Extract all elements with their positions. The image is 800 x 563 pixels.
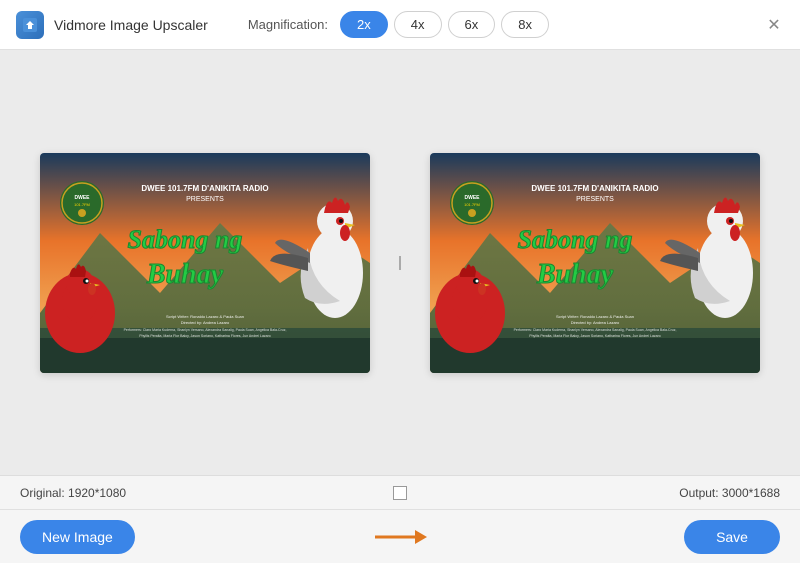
svg-text:Directed by: Andrea Lazaro: Directed by: Andrea Lazaro — [181, 320, 230, 325]
svg-text:DWEE: DWEE — [465, 195, 481, 201]
svg-text:PRESENTS: PRESENTS — [186, 196, 224, 203]
mag-btn-8x[interactable]: 8x — [501, 11, 549, 38]
svg-text:101.7FM: 101.7FM — [74, 202, 90, 207]
svg-text:Script Writer: Ronaldo Lazaro: Script Writer: Ronaldo Lazaro & Paula Su… — [166, 314, 244, 319]
magnification-buttons: 2x 4x 6x 8x — [340, 11, 549, 38]
svg-text:Performers: Claro Maria Kudern: Performers: Claro Maria Kuderna, Shanlyn… — [514, 328, 677, 332]
bottom-bar: New Image Save — [0, 509, 800, 563]
original-image-card: DWEE 101.7FM DWEE 101.7FM D'ANIKITA RADI… — [40, 153, 370, 373]
svg-text:Sabong ng: Sabong ng — [127, 225, 242, 254]
original-image-panel: DWEE 101.7FM DWEE 101.7FM D'ANIKITA RADI… — [30, 70, 380, 455]
svg-text:DWEE 101.7FM D'ANIKITA RADIO: DWEE 101.7FM D'ANIKITA RADIO — [141, 184, 268, 193]
mag-btn-2x[interactable]: 2x — [340, 11, 388, 38]
app-title: Vidmore Image Upscaler — [54, 17, 208, 33]
output-size-text: Output: 3000*1688 — [679, 486, 780, 500]
app-icon — [16, 11, 44, 39]
output-image-card: DWEE 101.7FM DWEE 101.7FM D'ANIKITA RADI… — [430, 153, 760, 373]
center-divider — [400, 233, 401, 293]
svg-text:Buhay: Buhay — [146, 259, 224, 290]
svg-text:Phyllis Peralta, Maria Flor Ba: Phyllis Peralta, Maria Flor Baloy, Jason… — [530, 334, 661, 338]
info-status-bar: Original: 1920*1080 Output: 3000*1688 — [0, 475, 800, 509]
close-button[interactable]: ✕ — [764, 15, 784, 35]
magnification-label: Magnification: — [248, 17, 328, 32]
mag-btn-6x[interactable]: 6x — [448, 11, 496, 38]
svg-text:PRESENTS: PRESENTS — [576, 196, 614, 203]
svg-text:Performers: Claro Maria Kudern: Performers: Claro Maria Kuderna, Shanlyn… — [123, 328, 286, 332]
svg-text:Script Writer: Ronaldo Lazaro: Script Writer: Ronaldo Lazaro & Paula Su… — [556, 314, 634, 319]
svg-text:DWEE: DWEE — [74, 195, 90, 201]
svg-text:Phyllis Peralta, Maria Flor Ba: Phyllis Peralta, Maria Flor Baloy, Jason… — [139, 334, 270, 338]
original-image-svg: DWEE 101.7FM DWEE 101.7FM D'ANIKITA RADI… — [40, 153, 370, 373]
svg-text:Sabong ng: Sabong ng — [518, 225, 633, 254]
center-divider-icon — [393, 486, 407, 500]
title-bar: Vidmore Image Upscaler Magnification: 2x… — [0, 0, 800, 50]
output-image-svg: DWEE 101.7FM DWEE 101.7FM D'ANIKITA RADI… — [430, 153, 760, 373]
arrow-icon — [371, 522, 431, 552]
output-image-panel: DWEE 101.7FM DWEE 101.7FM D'ANIKITA RADI… — [421, 70, 771, 455]
svg-text:Buhay: Buhay — [536, 259, 614, 290]
mag-btn-4x[interactable]: 4x — [394, 11, 442, 38]
svg-text:Directed by: Andrea Lazaro: Directed by: Andrea Lazaro — [571, 320, 620, 325]
original-size-text: Original: 1920*1080 — [20, 486, 126, 500]
main-content: DWEE 101.7FM DWEE 101.7FM D'ANIKITA RADI… — [0, 50, 800, 475]
new-image-button[interactable]: New Image — [20, 520, 135, 554]
svg-text:101.7FM: 101.7FM — [464, 202, 480, 207]
save-button[interactable]: Save — [684, 520, 780, 554]
divider-square — [399, 256, 401, 270]
svg-text:DWEE 101.7FM D'ANIKITA RADIO: DWEE 101.7FM D'ANIKITA RADIO — [532, 184, 659, 193]
